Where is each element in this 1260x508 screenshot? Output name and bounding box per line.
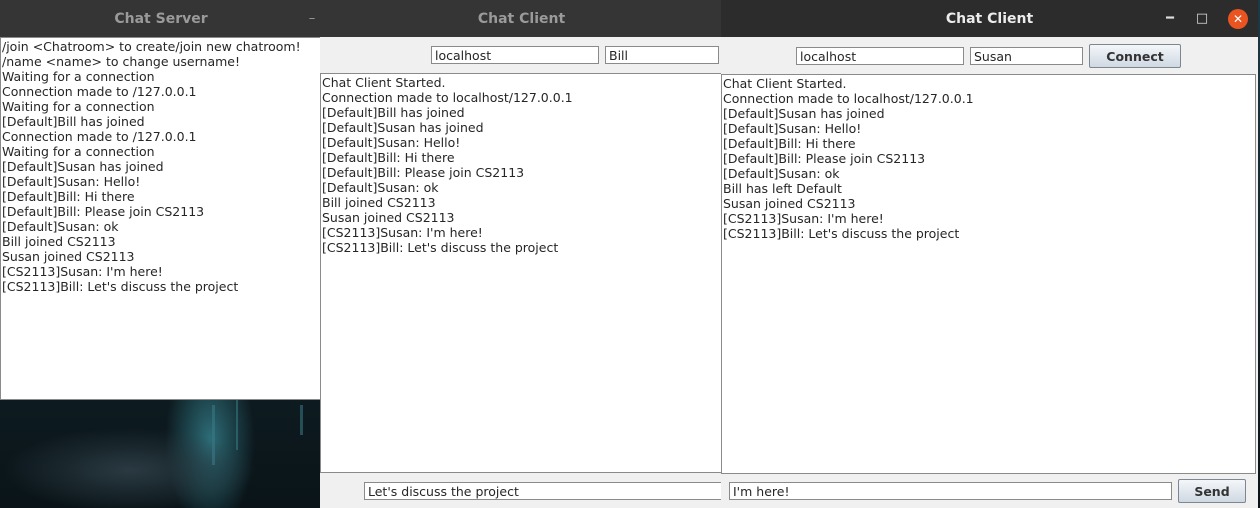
window-title: Chat Server bbox=[114, 10, 208, 27]
chat-client-window-bill: Chat Client Chat Client Started.Connecti… bbox=[320, 0, 723, 508]
log-line: Bill joined CS2113 bbox=[322, 195, 436, 210]
log-line: [Default]Bill: Please join CS2113 bbox=[723, 151, 926, 166]
log-line: /name <name> to change username! bbox=[2, 54, 241, 69]
log-line: [Default]Bill has joined bbox=[2, 114, 145, 129]
log-line: [CS2113]Bill: Let's discuss the project bbox=[723, 226, 960, 241]
log-line: Susan joined CS2113 bbox=[2, 249, 135, 264]
log-line: [Default]Bill: Hi there bbox=[322, 150, 455, 165]
client-log-lines: Chat Client Started. Connection made to l… bbox=[723, 76, 1255, 241]
chat-server-window: Chat Server – /join <Chatroom> to create… bbox=[0, 0, 322, 400]
log-line: [Default]Susan has joined bbox=[2, 159, 164, 174]
log-line: Waiting for a connection bbox=[2, 69, 155, 84]
minimize-icon[interactable]: ━ bbox=[1164, 11, 1176, 26]
log-line: Bill has left Default bbox=[723, 181, 842, 196]
window-title: Chat Client bbox=[477, 10, 566, 27]
log-line: Waiting for a connection bbox=[2, 144, 155, 159]
log-line: /join <Chatroom> to create/join new chat… bbox=[2, 39, 301, 54]
log-line: [Default]Susan: ok bbox=[322, 180, 439, 195]
connect-button[interactable]: Connect bbox=[1089, 44, 1181, 68]
client-log-area[interactable]: Chat Client Started. Connection made to l… bbox=[320, 73, 723, 473]
server-log-lines: /join <Chatroom> to create/join new chat… bbox=[2, 39, 321, 294]
message-input[interactable] bbox=[729, 482, 1172, 500]
client-log-lines: Chat Client Started. Connection made to l… bbox=[322, 75, 722, 255]
log-line: Connection made to /127.0.0.1 bbox=[2, 84, 197, 99]
log-line: Bill joined CS2113 bbox=[2, 234, 116, 249]
send-button[interactable]: Send bbox=[1178, 479, 1246, 503]
chat-server-titlebar[interactable]: Chat Server bbox=[0, 0, 322, 37]
log-line: [Default]Susan: Hello! bbox=[2, 174, 141, 189]
log-line: [Default]Bill: Hi there bbox=[2, 189, 135, 204]
client-log-area[interactable]: Chat Client Started. Connection made to l… bbox=[721, 74, 1256, 474]
window-title: Chat Client bbox=[945, 10, 1034, 27]
chat-client-window-susan: Chat Client ━ □ ✕ Connect Chat Client St… bbox=[721, 0, 1258, 508]
username-field[interactable] bbox=[605, 46, 719, 64]
log-line: Connection made to localhost/127.0.0.1 bbox=[723, 91, 974, 106]
log-line: [CS2113]Susan: I'm here! bbox=[2, 264, 163, 279]
log-line: [Default]Bill has joined bbox=[322, 105, 465, 120]
window-controls: – bbox=[306, 0, 318, 37]
chat-client-titlebar[interactable]: Chat Client bbox=[320, 0, 723, 37]
log-line: Susan joined CS2113 bbox=[723, 196, 856, 211]
log-line: Chat Client Started. bbox=[322, 75, 446, 90]
log-line: [Default]Susan: Hello! bbox=[322, 135, 461, 150]
log-line: [Default]Bill: Please join CS2113 bbox=[2, 204, 205, 219]
log-line: Waiting for a connection bbox=[2, 99, 155, 114]
log-line: Chat Client Started. bbox=[723, 76, 847, 91]
log-line: [Default]Susan: ok bbox=[723, 166, 840, 181]
minimize-icon[interactable]: – bbox=[306, 9, 318, 29]
log-line: [CS2113]Susan: I'm here! bbox=[723, 211, 884, 226]
host-field[interactable] bbox=[796, 47, 964, 65]
log-line: [Default]Susan has joined bbox=[322, 120, 484, 135]
log-line: [Default]Susan: ok bbox=[2, 219, 119, 234]
log-line: Connection made to localhost/127.0.0.1 bbox=[322, 90, 573, 105]
log-line: Susan joined CS2113 bbox=[322, 210, 455, 225]
log-line: [Default]Susan has joined bbox=[723, 106, 885, 121]
host-field[interactable] bbox=[431, 46, 599, 64]
username-field[interactable] bbox=[970, 47, 1083, 65]
maximize-icon[interactable]: □ bbox=[1196, 11, 1208, 26]
log-line: [CS2113]Bill: Let's discuss the project bbox=[2, 279, 239, 294]
log-line: [CS2113]Bill: Let's discuss the project bbox=[322, 240, 559, 255]
log-line: [Default]Bill: Please join CS2113 bbox=[322, 165, 525, 180]
window-controls: ━ □ ✕ bbox=[1164, 0, 1248, 37]
message-input[interactable] bbox=[364, 482, 723, 500]
log-line: Connection made to /127.0.0.1 bbox=[2, 129, 197, 144]
log-line: [Default]Bill: Hi there bbox=[723, 136, 856, 151]
log-line: [CS2113]Susan: I'm here! bbox=[322, 225, 483, 240]
log-line: [Default]Susan: Hello! bbox=[723, 121, 862, 136]
close-icon[interactable]: ✕ bbox=[1228, 8, 1248, 29]
server-log-area[interactable]: /join <Chatroom> to create/join new chat… bbox=[0, 37, 322, 400]
